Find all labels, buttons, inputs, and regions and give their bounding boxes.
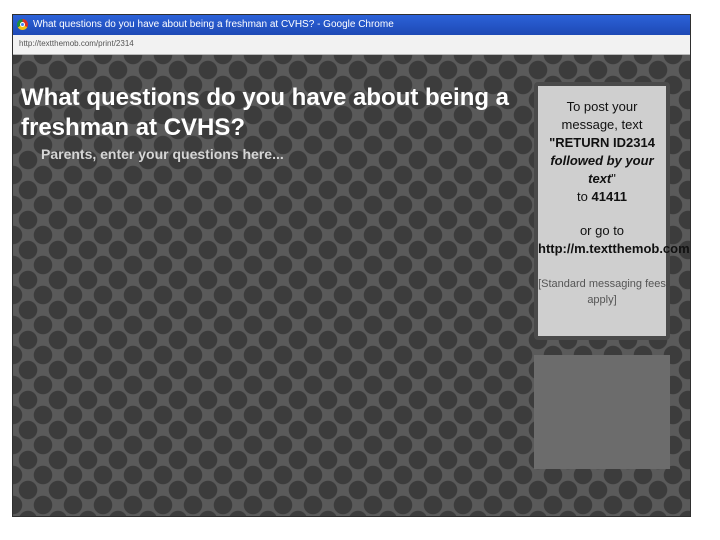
page-headline: What questions do you have about being a… (21, 84, 510, 141)
or-go-to: or go to (579, 223, 625, 238)
instruction-text: To post your message, text "RETURN ID231… (538, 98, 666, 206)
browser-window: What questions do you have about being a… (12, 14, 691, 517)
followed-by-text: followed by your text (550, 153, 654, 186)
instruction-line: To post your message, text (561, 99, 643, 132)
title-bar[interactable]: What questions do you have about being a… (13, 15, 690, 35)
address-bar[interactable]: http://textthemob.com/print/2314 (13, 35, 690, 55)
page-subheadline: Parents, enter your questions here... (41, 146, 284, 162)
url-text[interactable]: http://textthemob.com/print/2314 (19, 39, 134, 48)
return-code: "RETURN ID2314 (549, 135, 655, 150)
instructions-panel: To post your message, text "RETURN ID231… (534, 82, 690, 340)
window-title: What questions do you have about being a… (33, 19, 394, 30)
fees-note: [Standard messaging fees apply] (538, 278, 666, 306)
to-label: to (577, 189, 588, 204)
quote-close: " (611, 171, 616, 186)
chrome-icon (17, 19, 28, 30)
web-instruction: or go to http://m.textthemob.com/id2314 (538, 222, 690, 258)
mobile-url[interactable]: http://m.textthemob.com/id2314 (538, 241, 690, 256)
empty-panel (534, 355, 670, 469)
page-content: What questions do you have about being a… (13, 55, 690, 516)
sms-number: 41411 (591, 189, 627, 204)
